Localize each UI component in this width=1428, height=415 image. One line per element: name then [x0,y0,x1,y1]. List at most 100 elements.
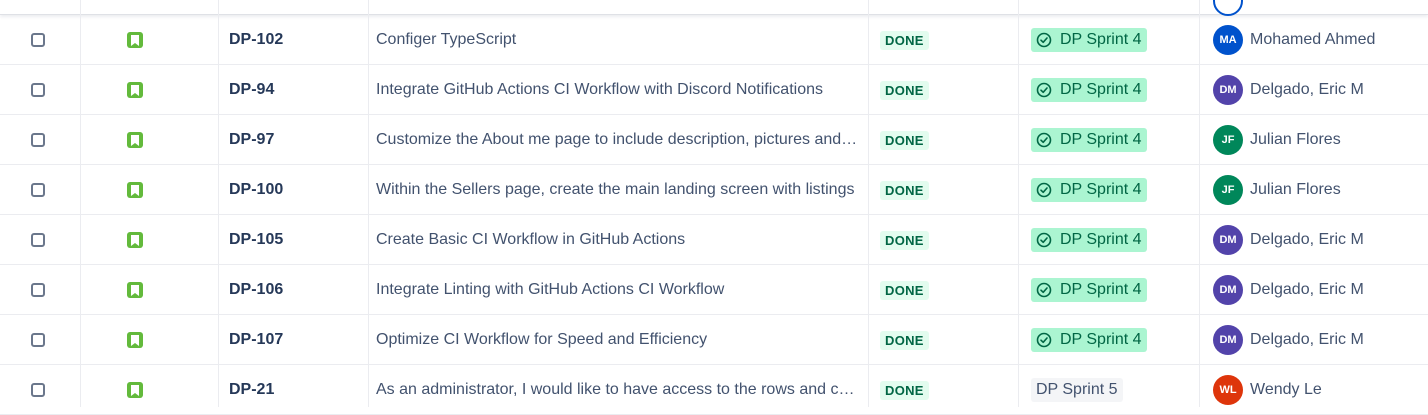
table-row[interactable]: DP-94 Integrate GitHub Actions CI Workfl… [0,65,1428,115]
row-checkbox[interactable] [31,83,45,97]
issue-summary[interactable]: Create Basic CI Workflow in GitHub Actio… [376,231,860,249]
row-select-cell [31,165,45,215]
table-row[interactable]: DP-21 As an administrator, I would like … [0,365,1428,415]
assignee-cell: DM Delgado, Eric M [1213,265,1364,315]
issue-key-link[interactable]: DP-102 [229,31,283,49]
row-checkbox[interactable] [31,333,45,347]
sprint-tag[interactable]: DP Sprint 4 [1031,28,1147,52]
status-lozenge[interactable]: DONE [880,30,929,50]
issue-key-cell: DP-107 [229,315,283,365]
assignee-name: Mohamed Ahmed [1250,31,1376,48]
status-lozenge[interactable]: DONE [880,380,929,400]
check-circle-icon [1036,82,1052,98]
table-row[interactable]: DP-97 Customize the About me page to inc… [0,115,1428,165]
sprint-label: DP Sprint 4 [1060,231,1142,248]
table-row[interactable]: DP-100 Within the Sellers page, create t… [0,165,1428,215]
issue-summary[interactable]: As an administrator, I would like to hav… [376,381,860,399]
issue-key-link[interactable]: DP-105 [229,231,283,249]
row-checkbox[interactable] [31,183,45,197]
issue-key-link[interactable]: DP-94 [229,81,274,99]
status-lozenge[interactable]: DONE [880,80,929,100]
status-lozenge[interactable]: DONE [880,230,929,250]
issue-type-cell [127,165,143,215]
issue-key-cell: DP-97 [229,115,274,165]
sprint-tag[interactable]: DP Sprint 4 [1031,78,1147,102]
avatar[interactable]: JF [1213,175,1243,205]
summary-cell: Customize the About me page to include d… [376,115,860,165]
sprint-tag[interactable]: DP Sprint 4 [1031,328,1147,352]
sprint-tag[interactable]: DP Sprint 4 [1031,228,1147,252]
sprint-cell: DP Sprint 4 [1031,15,1147,65]
sprint-tag[interactable]: DP Sprint 4 [1031,278,1147,302]
assignee-name: Delgado, Eric M [1250,81,1364,98]
status-lozenge[interactable]: DONE [880,280,929,300]
summary-cell: Optimize CI Workflow for Speed and Effic… [376,315,860,365]
avatar[interactable]: WL [1213,375,1243,405]
row-checkbox[interactable] [31,133,45,147]
status-cell: DONE [880,165,929,215]
assignee-name: Wendy Le [1250,381,1322,398]
assignee-name: Delgado, Eric M [1250,331,1364,348]
issue-key-link[interactable]: DP-106 [229,281,283,299]
issue-key-link[interactable]: DP-100 [229,181,283,199]
issue-summary[interactable]: Integrate GitHub Actions CI Workflow wit… [376,81,860,99]
status-lozenge[interactable]: DONE [880,330,929,350]
assignee-cell: DM Delgado, Eric M [1213,215,1364,265]
issue-key-link[interactable]: DP-107 [229,331,283,349]
sprint-label: DP Sprint 4 [1060,181,1142,198]
issue-type-cell [127,365,143,415]
avatar[interactable]: DM [1213,225,1243,255]
assignee-cell: JF Julian Flores [1213,115,1341,165]
issue-type-cell [127,65,143,115]
row-checkbox[interactable] [31,383,45,397]
sprint-cell: DP Sprint 5 [1031,365,1123,415]
issue-key-link[interactable]: DP-21 [229,381,274,399]
issue-key-link[interactable]: DP-97 [229,131,274,149]
summary-cell: Integrate Linting with GitHub Actions CI… [376,265,860,315]
row-checkbox[interactable] [31,33,45,47]
row-select-cell [31,15,45,65]
assignee-cell: WL Wendy Le [1213,365,1322,415]
avatar[interactable]: DM [1213,325,1243,355]
row-checkbox[interactable] [31,283,45,297]
status-lozenge[interactable]: DONE [880,130,929,150]
row-select-cell [31,115,45,165]
avatar[interactable]: DM [1213,75,1243,105]
issue-summary[interactable]: Integrate Linting with GitHub Actions CI… [376,281,860,299]
summary-cell: Configer TypeScript [376,15,860,65]
sprint-cell: DP Sprint 4 [1031,315,1147,365]
issue-summary[interactable]: Within the Sellers page, create the main… [376,181,860,199]
status-cell: DONE [880,315,929,365]
row-select-cell [31,65,45,115]
check-circle-icon [1036,282,1052,298]
assignee-cell: MA Mohamed Ahmed [1213,15,1375,65]
avatar[interactable]: DM [1213,275,1243,305]
assignee-cell: DM Delgado, Eric M [1213,315,1364,365]
sprint-tag[interactable]: DP Sprint 4 [1031,128,1147,152]
story-icon [127,282,143,298]
story-icon [127,182,143,198]
issue-type-cell [127,15,143,65]
status-lozenge[interactable]: DONE [880,180,929,200]
issue-summary[interactable]: Optimize CI Workflow for Speed and Effic… [376,331,860,349]
issue-summary[interactable]: Configer TypeScript [376,31,860,49]
check-circle-icon [1036,132,1052,148]
row-checkbox[interactable] [31,233,45,247]
avatar[interactable]: MA [1213,25,1243,55]
assignee-name: Julian Flores [1250,181,1341,198]
issue-type-cell [127,215,143,265]
table-row[interactable]: DP-102 Configer TypeScript DONE DP Sprin… [0,15,1428,65]
status-cell: DONE [880,265,929,315]
table-row[interactable]: DP-106 Integrate Linting with GitHub Act… [0,265,1428,315]
issue-table: DP-102 Configer TypeScript DONE DP Sprin… [0,0,1428,415]
assignee-name: Delgado, Eric M [1250,281,1364,298]
issue-summary[interactable]: Customize the About me page to include d… [376,131,860,149]
avatar[interactable]: JF [1213,125,1243,155]
status-cell: DONE [880,365,929,415]
status-cell: DONE [880,115,929,165]
table-row[interactable]: DP-107 Optimize CI Workflow for Speed an… [0,315,1428,365]
check-circle-icon [1036,232,1052,248]
sprint-tag[interactable]: DP Sprint 4 [1031,178,1147,202]
table-row[interactable]: DP-105 Create Basic CI Workflow in GitHu… [0,215,1428,265]
sprint-tag[interactable]: DP Sprint 5 [1031,378,1123,402]
